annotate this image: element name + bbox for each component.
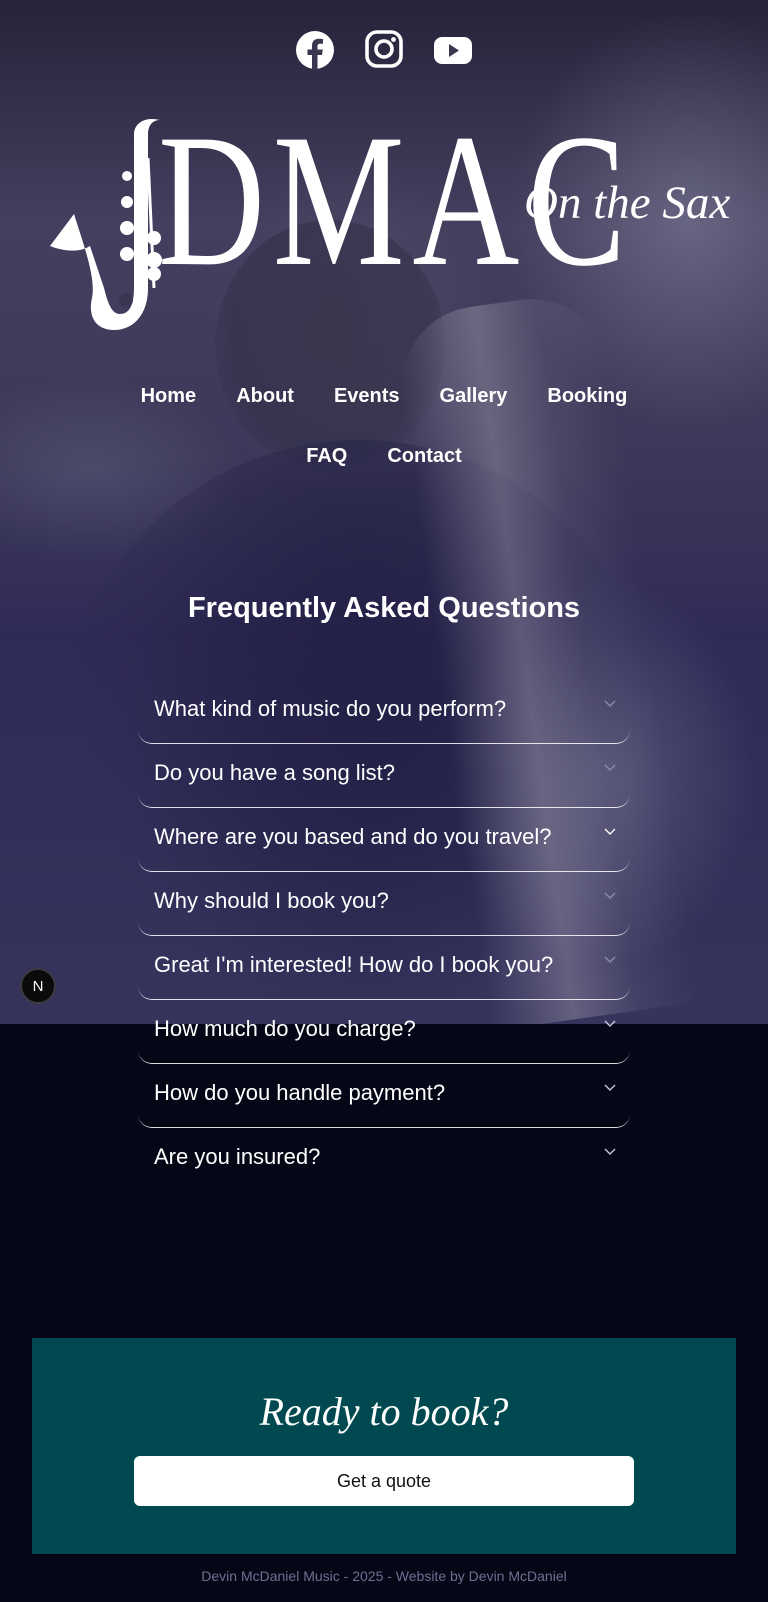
chevron-down-icon [604, 892, 616, 899]
chevron-down-icon [604, 956, 616, 963]
faq-question: What kind of music do you perform? [154, 696, 507, 721]
faq-accordion: What kind of music do you perform? Do yo… [138, 680, 630, 1192]
booking-cta: Ready to book? Get a quote [32, 1338, 736, 1554]
nav-events[interactable]: Events [314, 384, 420, 408]
main-nav: Home About Events Gallery Booking FAQ Co… [84, 384, 684, 468]
instagram-icon[interactable] [365, 30, 403, 75]
faq-heading: Frequently Asked Questions [187, 592, 581, 624]
faq-question: Do you have a song list? [154, 760, 395, 785]
footer-credits: Devin McDaniel Music - 2025 - Website by… [201, 1568, 567, 1584]
nav-booking[interactable]: Booking [527, 384, 647, 408]
facebook-icon[interactable] [295, 30, 335, 75]
faq-item[interactable]: Are you insured? [138, 1128, 630, 1192]
logo-tagline: On the Sax [524, 177, 731, 229]
faq-item[interactable]: What kind of music do you perform? [138, 680, 630, 744]
nav-faq[interactable]: FAQ [286, 444, 367, 468]
chevron-down-icon [604, 828, 616, 835]
faq-question: Great I'm interested! How do I book you? [154, 952, 554, 977]
faq-item[interactable]: Do you have a song list? [138, 744, 630, 808]
faq-question: Where are you based and do you travel? [154, 824, 552, 849]
chevron-down-icon [604, 700, 616, 707]
nav-home[interactable]: Home [121, 384, 217, 408]
get-quote-button[interactable]: Get a quote [134, 1456, 634, 1506]
faq-question: Are you insured? [154, 1144, 321, 1169]
faq-item[interactable]: How do you handle payment? [138, 1064, 630, 1128]
site-logo[interactable]: DMAC On the Sax [48, 106, 731, 338]
faq-question: Why should I book you? [154, 888, 389, 913]
chevron-down-icon [604, 1148, 616, 1155]
faq-item[interactable]: Where are you based and do you travel? [138, 808, 630, 872]
faq-question: How much do you charge? [154, 1016, 416, 1041]
chevron-down-icon [604, 1020, 616, 1027]
cta-heading: Ready to book? [259, 1389, 509, 1434]
faq-item[interactable]: Why should I book you? [138, 872, 630, 936]
nav-about[interactable]: About [216, 384, 314, 408]
nav-contact[interactable]: Contact [367, 444, 481, 468]
youtube-icon[interactable] [433, 30, 473, 75]
faq-item[interactable]: Great I'm interested! How do I book you? [138, 936, 630, 1000]
dev-tools-badge[interactable]: N [20, 968, 56, 1004]
social-links [0, 30, 768, 75]
faq-item[interactable]: How much do you charge? [138, 1000, 630, 1064]
faq-question: How do you handle payment? [154, 1080, 446, 1105]
chevron-down-icon [604, 1084, 616, 1091]
nav-gallery[interactable]: Gallery [420, 384, 528, 408]
chevron-down-icon [604, 764, 616, 771]
